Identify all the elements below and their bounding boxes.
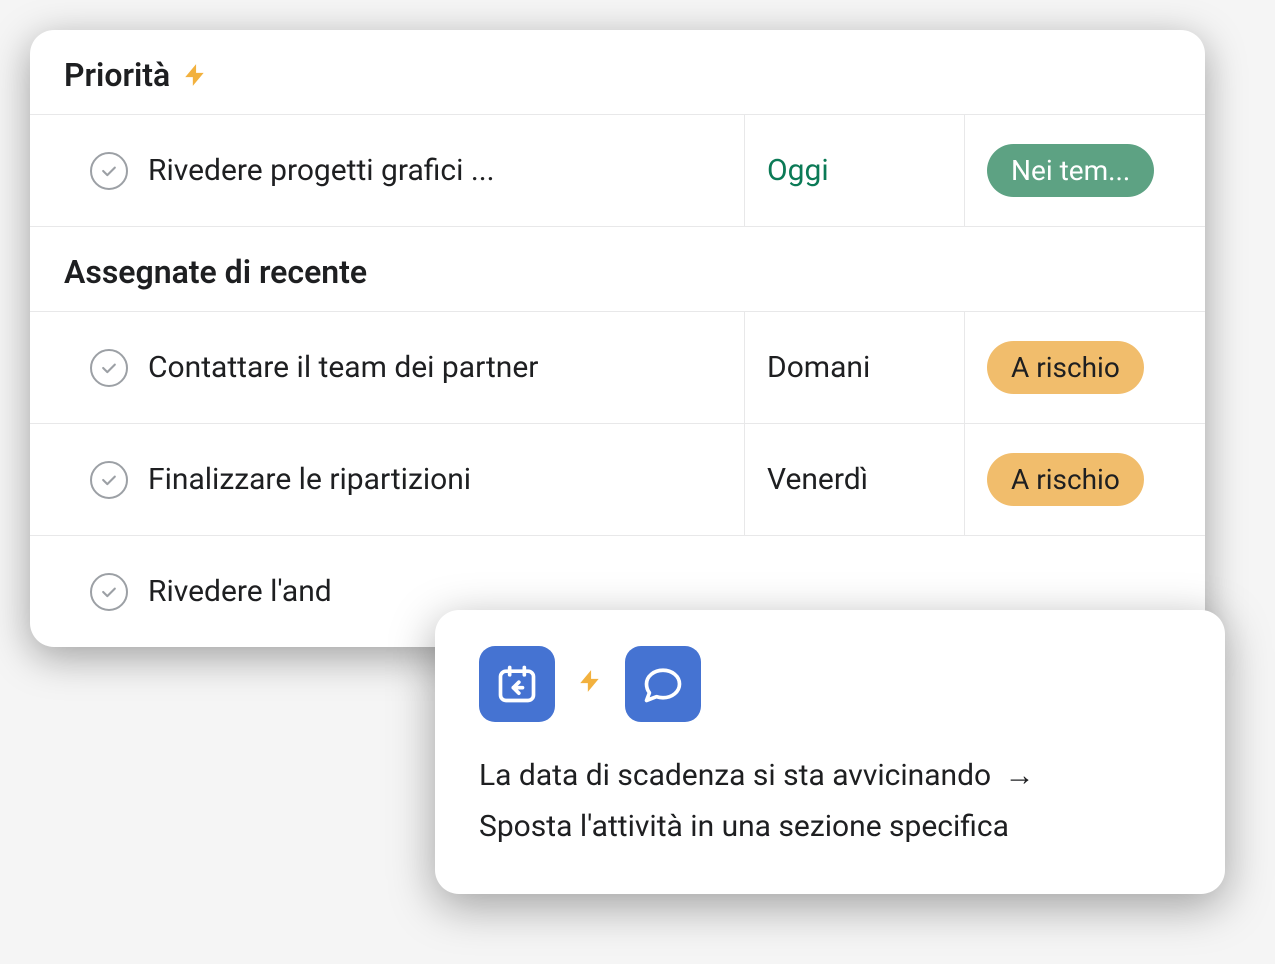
task-row[interactable]: Finalizzare le ripartizioni Venerdì A ri…: [30, 423, 1205, 535]
bolt-icon: [577, 667, 603, 702]
status-cell[interactable]: A rischio: [965, 312, 1205, 423]
task-name: Contattare il team dei partner: [148, 350, 538, 385]
bolt-icon: [182, 62, 208, 88]
task-name: Finalizzare le ripartizioni: [148, 462, 471, 497]
task-list-card: Priorità Rivedere progetti grafici ... O…: [30, 30, 1205, 647]
task-name: Rivedere progetti grafici ...: [148, 153, 495, 188]
calendar-back-icon: [479, 646, 555, 722]
due-date-cell[interactable]: Oggi: [745, 115, 965, 226]
task-name-cell: Rivedere progetti grafici ...: [30, 115, 745, 226]
status-cell[interactable]: Nei tem...: [965, 115, 1205, 226]
status-badge: A rischio: [987, 453, 1144, 506]
section-title: Priorità: [64, 56, 170, 94]
complete-check-icon[interactable]: [90, 573, 128, 611]
task-row[interactable]: Rivedere progetti grafici ... Oggi Nei t…: [30, 114, 1205, 226]
complete-check-icon[interactable]: [90, 152, 128, 190]
status-badge: A rischio: [987, 341, 1144, 394]
popover-icon-row: [479, 646, 1181, 722]
popover-line1: La data di scadenza si sta avvicinando: [479, 758, 991, 793]
section-title: Assegnate di recente: [64, 253, 367, 291]
complete-check-icon[interactable]: [90, 461, 128, 499]
task-name-cell: Finalizzare le ripartizioni: [30, 424, 745, 535]
section-header-priority[interactable]: Priorità: [30, 30, 1205, 114]
due-date-text: Domani: [767, 350, 870, 385]
task-row[interactable]: Contattare il team dei partner Domani A …: [30, 311, 1205, 423]
due-date-cell[interactable]: Venerdì: [745, 424, 965, 535]
automation-popover: La data di scadenza si sta avvicinando →…: [435, 610, 1225, 894]
task-name-cell: Contattare il team dei partner: [30, 312, 745, 423]
complete-check-icon[interactable]: [90, 349, 128, 387]
comment-icon: [625, 646, 701, 722]
status-badge: Nei tem...: [987, 144, 1154, 197]
status-cell[interactable]: A rischio: [965, 424, 1205, 535]
popover-line2: Sposta l'attività in una sezione specifi…: [479, 801, 1181, 852]
popover-text: La data di scadenza si sta avvicinando →…: [479, 750, 1181, 852]
due-date-text: Venerdì: [767, 462, 868, 497]
arrow-right-icon: →: [1005, 750, 1035, 801]
due-date-text: Oggi: [767, 153, 829, 188]
section-header-recent[interactable]: Assegnate di recente: [30, 226, 1205, 311]
task-name: Rivedere l'and: [148, 574, 332, 609]
due-date-cell[interactable]: Domani: [745, 312, 965, 423]
